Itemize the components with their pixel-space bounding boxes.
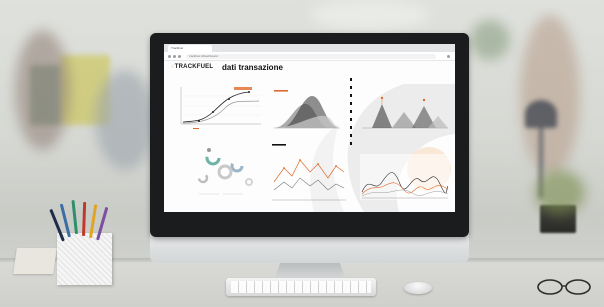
donut-ring (217, 164, 233, 180)
dot-marker (207, 148, 211, 152)
chart-title-bar (274, 90, 288, 92)
background-window-light (310, 0, 430, 30)
dotted-separator (350, 78, 352, 145)
imac-bezel: Trackfuel trackfuel.it/dashboard ◌TRACKF… (150, 33, 469, 237)
triangle-chart-panel (362, 96, 448, 129)
keyboard (226, 278, 376, 296)
series-line-dark (182, 91, 250, 123)
jagged-line-panel (272, 144, 346, 201)
donut-ring (230, 159, 244, 173)
background-person (95, 70, 155, 170)
marker-point (422, 98, 426, 102)
imac-screen: Trackfuel trackfuel.it/dashboard ◌TRACKF… (164, 44, 455, 212)
pencil-cup (57, 233, 112, 285)
legend-accent (234, 87, 252, 90)
chart-title-bar (272, 144, 286, 146)
eyeglasses (537, 279, 591, 295)
donut-ring (197, 172, 209, 184)
line-chart-panel (180, 87, 261, 129)
legend-swatch (193, 128, 199, 129)
area-chart-panel (274, 90, 340, 129)
notebook (13, 248, 57, 274)
donut-ring (205, 150, 221, 166)
wave-chart-panel (360, 154, 450, 200)
series-points (283, 159, 337, 169)
series-line-accent (273, 159, 345, 183)
mouse (404, 282, 432, 294)
donut-ring (245, 178, 253, 186)
triangle-mark (392, 112, 416, 128)
background-plant (535, 170, 585, 215)
triangle-mark (372, 104, 392, 128)
imac: Trackfuel trackfuel.it/dashboard ◌TRACKF… (150, 33, 469, 263)
donut-chart-panel (197, 148, 253, 195)
background-person (15, 30, 70, 150)
background-plant (470, 20, 510, 60)
series-line-gray (273, 177, 345, 191)
